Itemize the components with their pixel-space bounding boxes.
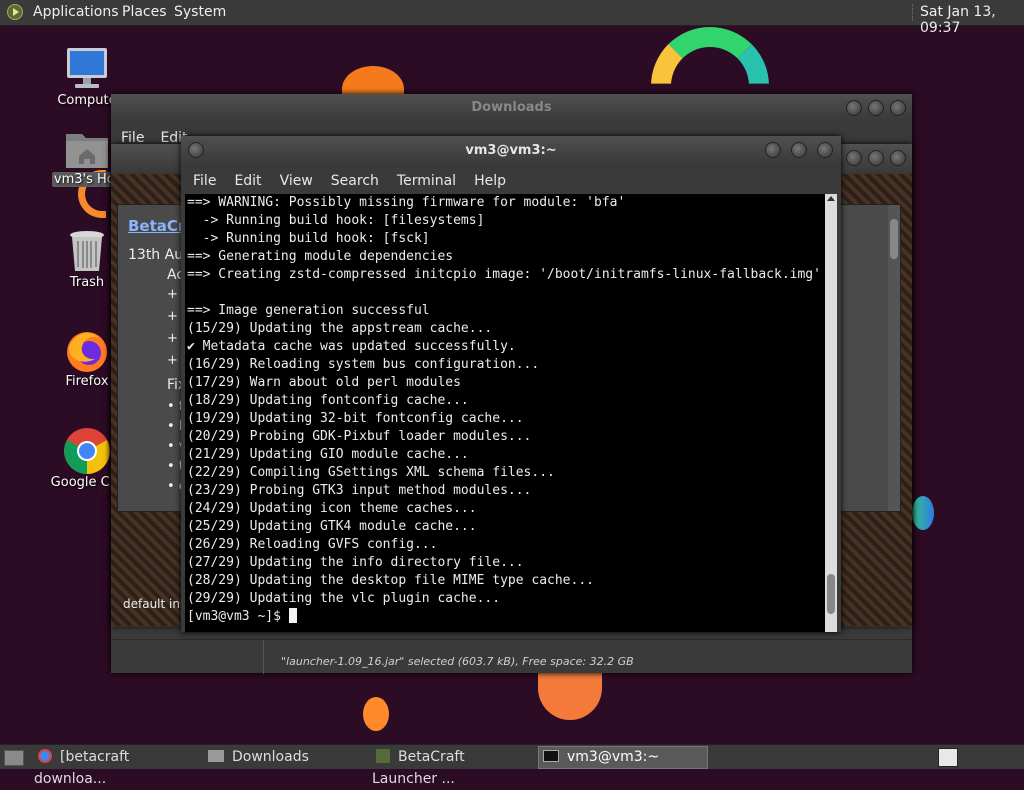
terminal-cursor: [288, 608, 297, 623]
status-text: "launcher-1.09_16.jar" selected (603.7 k…: [281, 655, 634, 668]
mate-menu-icon[interactable]: [7, 4, 23, 20]
scroll-up-arrow[interactable]: [827, 196, 835, 201]
close-button[interactable]: [817, 142, 833, 158]
terminal-line: (16/29) Reloading system bus configurati…: [187, 357, 540, 372]
status-bar: "launcher-1.09_16.jar" selected (603.7 k…: [111, 639, 912, 674]
folder-icon: [208, 750, 224, 762]
firefox-icon: [63, 326, 111, 374]
terminal-line: (20/29) Probing GDK-Pixbuf loader module…: [187, 429, 532, 444]
terminal-line: (19/29) Updating 32-bit fontconfig cache…: [187, 411, 524, 426]
taskbar-item-label: Downloads: [232, 749, 309, 765]
top-panel: Applications Places System Sat Jan 13, 0…: [0, 0, 1024, 36]
places-menu[interactable]: Places: [122, 4, 167, 20]
terminal-line: (28/29) Updating the desktop file MIME t…: [187, 573, 594, 588]
terminal-line: (26/29) Reloading GVFS config...: [187, 537, 438, 552]
terminal-icon: [543, 750, 559, 762]
terminal-line: (18/29) Updating fontconfig cache...: [187, 393, 469, 408]
panel-separator: [912, 4, 915, 21]
terminal-line: (25/29) Updating GTK4 module cache...: [187, 519, 477, 534]
wallpaper-shape: [363, 697, 389, 731]
terminal-titlebar[interactable]: vm3@vm3:~: [181, 136, 841, 166]
close-button[interactable]: [890, 150, 906, 166]
menu-file[interactable]: File: [193, 173, 216, 189]
maximize-button[interactable]: [868, 100, 884, 116]
taskbar-item-terminal[interactable]: vm3@vm3:~: [538, 746, 708, 769]
minimize-button[interactable]: [846, 150, 862, 166]
terminal-line: (22/29) Compiling GSettings XML schema f…: [187, 465, 555, 480]
terminal-line: (17/29) Warn about old perl modules: [187, 375, 461, 390]
minimize-button[interactable]: [846, 100, 862, 116]
terminal-line: -> Running build hook: [fsck]: [187, 231, 430, 246]
footer-text: default ins: [123, 597, 187, 611]
menu-help[interactable]: Help: [474, 173, 506, 189]
terminal-scrollbar[interactable]: [825, 194, 837, 632]
taskbar-item-betacraft[interactable]: BetaCraft Launcher ...: [372, 746, 534, 787]
downloads-titlebar[interactable]: Downloads: [111, 94, 912, 122]
close-button[interactable]: [890, 100, 906, 116]
clock[interactable]: Sat Jan 13, 09:37: [920, 4, 1024, 36]
show-desktop-button[interactable]: [4, 750, 24, 766]
terminal-line: -> Running build hook: [filesystems]: [187, 213, 485, 228]
window-title: vm3@vm3:~: [465, 143, 557, 158]
window-menu-button[interactable]: [188, 142, 204, 158]
terminal-line: ==> Creating zstd-compressed initcpio im…: [187, 267, 821, 282]
terminal-line: (23/29) Probing GTK3 input method module…: [187, 483, 532, 498]
scroll-thumb[interactable]: [827, 574, 835, 614]
computer-icon: [63, 45, 111, 93]
terminal-menubar: File Edit View Search Terminal Help: [193, 173, 506, 189]
trash-icon: [67, 229, 107, 275]
taskbar-item-label: vm3@vm3:~: [567, 749, 660, 765]
bottom-panel: [betacraft downloa... Downloads BetaCraf…: [0, 744, 1024, 787]
terminal-line: ==> Image generation successful: [187, 303, 430, 318]
menu-edit[interactable]: Edit: [234, 173, 261, 189]
maximize-button[interactable]: [791, 142, 807, 158]
workspace-switcher[interactable]: [938, 748, 958, 767]
system-menu[interactable]: System: [174, 4, 226, 20]
terminal-window[interactable]: vm3@vm3:~ File Edit View Search Terminal Help…: [181, 136, 841, 632]
terminal-line: ==> WARNING: Possibly missing firmware f…: [187, 195, 626, 210]
terminal-prompt: [vm3@vm3 ~]$: [187, 609, 289, 624]
terminal-line: (15/29) Updating the appstream cache...: [187, 321, 493, 336]
chrome-icon: [63, 427, 111, 475]
taskbar-item-downloads[interactable]: Downloads: [204, 746, 366, 768]
applications-menu[interactable]: Applications: [33, 4, 119, 20]
wallpaper-shape: [912, 496, 934, 530]
terminal-line: (27/29) Updating the info directory file…: [187, 555, 524, 570]
window-title: Downloads: [471, 100, 552, 115]
terminal-line: (24/29) Updating icon theme caches...: [187, 501, 477, 516]
changelog-scrollbar[interactable]: [888, 205, 900, 511]
taskbar-item-chrome[interactable]: [betacraft downloa...: [34, 746, 196, 787]
terminal-line: (21/29) Updating GIO module cache...: [187, 447, 469, 462]
menu-search[interactable]: Search: [331, 173, 379, 189]
java-icon: [376, 749, 390, 763]
terminal-line: (29/29) Updating the vlc plugin cache...: [187, 591, 501, 606]
menu-terminal[interactable]: Terminal: [397, 173, 456, 189]
menu-view[interactable]: View: [280, 173, 313, 189]
terminal-line: ==> Generating module dependencies: [187, 249, 454, 264]
terminal-line: ✔ Metadata cache was updated successfull…: [187, 339, 516, 354]
chrome-icon: [38, 749, 52, 763]
minimize-button[interactable]: [765, 142, 781, 158]
wallpaper-shape: [538, 668, 602, 720]
maximize-button[interactable]: [868, 150, 884, 166]
terminal-output[interactable]: ==> WARNING: Possibly missing firmware f…: [185, 194, 825, 632]
home-folder-icon: [63, 128, 111, 172]
terminal-prompt-line[interactable]: [vm3@vm3 ~]$: [187, 608, 825, 626]
